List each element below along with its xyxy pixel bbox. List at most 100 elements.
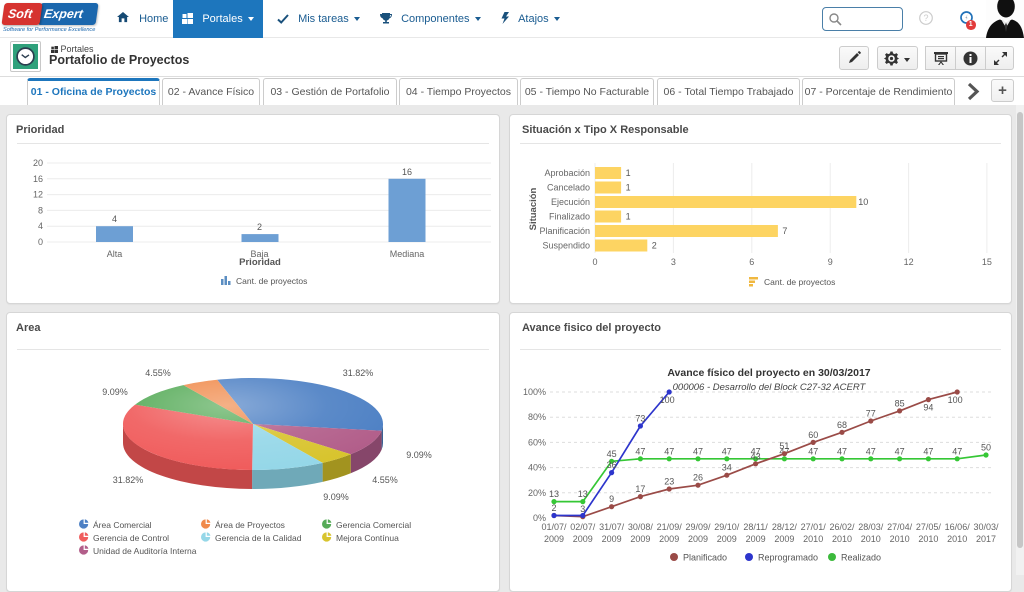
svg-text:Cancelado: Cancelado bbox=[547, 183, 590, 193]
svg-text:17: 17 bbox=[635, 484, 645, 494]
svg-text:10: 10 bbox=[858, 197, 868, 207]
svg-text:Aprobación: Aprobación bbox=[544, 168, 590, 178]
svg-text:2017: 2017 bbox=[976, 534, 996, 544]
svg-text:26/02/: 26/02/ bbox=[829, 522, 855, 532]
svg-text:27/04/: 27/04/ bbox=[887, 522, 913, 532]
svg-text:50: 50 bbox=[981, 443, 991, 453]
svg-text:51: 51 bbox=[779, 441, 789, 451]
svg-text:9: 9 bbox=[609, 494, 614, 504]
svg-text:21/09/: 21/09/ bbox=[657, 522, 683, 532]
svg-text:100%: 100% bbox=[523, 387, 546, 397]
svg-text:45: 45 bbox=[607, 449, 617, 459]
svg-text:60: 60 bbox=[808, 430, 818, 440]
svg-text:9.09%: 9.09% bbox=[102, 387, 128, 397]
svg-text:4: 4 bbox=[112, 214, 117, 224]
svg-text:Ejecución: Ejecución bbox=[551, 197, 590, 207]
svg-text:8: 8 bbox=[38, 205, 43, 215]
svg-text:31.82%: 31.82% bbox=[343, 368, 374, 378]
svg-text:2010: 2010 bbox=[947, 534, 967, 544]
svg-text:Cant. de proyectos: Cant. de proyectos bbox=[236, 276, 307, 286]
svg-text:100: 100 bbox=[660, 395, 675, 405]
svg-text:01/07/: 01/07/ bbox=[541, 522, 567, 532]
svg-text:2009: 2009 bbox=[688, 534, 708, 544]
svg-text:02/07/: 02/07/ bbox=[570, 522, 596, 532]
svg-text:47: 47 bbox=[664, 446, 674, 456]
svg-text:30/08/: 30/08/ bbox=[628, 522, 654, 532]
svg-text:27/01/: 27/01/ bbox=[801, 522, 827, 532]
svg-text:29/09/: 29/09/ bbox=[685, 522, 711, 532]
svg-text:Cant. de proyectos: Cant. de proyectos bbox=[764, 277, 835, 287]
svg-text:80%: 80% bbox=[528, 412, 546, 422]
svg-text:Planificación: Planificación bbox=[539, 226, 590, 236]
svg-text:?: ? bbox=[923, 13, 928, 23]
svg-text:20: 20 bbox=[33, 158, 43, 168]
svg-text:Suspendido: Suspendido bbox=[542, 241, 590, 251]
svg-text:40%: 40% bbox=[528, 463, 546, 473]
svg-text:2010: 2010 bbox=[861, 534, 881, 544]
svg-text:2: 2 bbox=[551, 503, 556, 513]
svg-text:2010: 2010 bbox=[832, 534, 852, 544]
svg-text:47: 47 bbox=[635, 446, 645, 456]
svg-text:0: 0 bbox=[592, 257, 597, 267]
svg-text:Reprogramado: Reprogramado bbox=[758, 553, 818, 563]
svg-text:26: 26 bbox=[693, 473, 703, 483]
svg-text:2010: 2010 bbox=[918, 534, 938, 544]
svg-text:2: 2 bbox=[257, 222, 262, 232]
svg-text:9.09%: 9.09% bbox=[323, 492, 349, 502]
svg-text:28/11/: 28/11/ bbox=[743, 522, 768, 532]
svg-text:31.82%: 31.82% bbox=[113, 475, 144, 485]
svg-text:27/05/: 27/05/ bbox=[916, 522, 942, 532]
svg-text:1: 1 bbox=[626, 183, 631, 193]
svg-text:47: 47 bbox=[952, 446, 962, 456]
svg-text:23: 23 bbox=[664, 477, 674, 487]
svg-text:13: 13 bbox=[549, 489, 559, 499]
svg-text:47: 47 bbox=[866, 446, 876, 456]
svg-text:16: 16 bbox=[33, 174, 43, 184]
svg-text:60%: 60% bbox=[528, 437, 546, 447]
svg-text:4.55%: 4.55% bbox=[372, 475, 398, 485]
svg-text:Prioridad: Prioridad bbox=[239, 257, 281, 268]
svg-text:47: 47 bbox=[808, 446, 818, 456]
svg-text:100: 100 bbox=[948, 395, 963, 405]
svg-text:31/07/: 31/07/ bbox=[599, 522, 625, 532]
svg-text:9: 9 bbox=[828, 257, 833, 267]
svg-text:30/03/: 30/03/ bbox=[973, 522, 999, 532]
svg-text:Planificado: Planificado bbox=[683, 553, 727, 563]
svg-text:12: 12 bbox=[33, 190, 43, 200]
svg-text:47: 47 bbox=[722, 446, 732, 456]
svg-text:2009: 2009 bbox=[630, 534, 650, 544]
svg-text:34: 34 bbox=[722, 463, 732, 473]
svg-text:9.09%: 9.09% bbox=[406, 450, 432, 460]
svg-text:36: 36 bbox=[607, 460, 617, 470]
svg-text:Realizado: Realizado bbox=[841, 553, 881, 563]
svg-text:12: 12 bbox=[904, 257, 914, 267]
svg-text:47: 47 bbox=[693, 446, 703, 456]
svg-text:3: 3 bbox=[671, 257, 676, 267]
svg-text:47: 47 bbox=[923, 446, 933, 456]
svg-text:Avance físico del proyecto en: Avance físico del proyecto en 30/03/2017 bbox=[667, 367, 870, 379]
svg-text:47: 47 bbox=[895, 446, 905, 456]
svg-text:Finalizado: Finalizado bbox=[549, 212, 590, 222]
svg-text:2: 2 bbox=[652, 241, 657, 251]
svg-text:2009: 2009 bbox=[659, 534, 679, 544]
svg-text:Alta: Alta bbox=[107, 249, 123, 259]
svg-text:16/06/: 16/06/ bbox=[945, 522, 971, 532]
svg-text:73: 73 bbox=[635, 414, 645, 424]
svg-text:28/03/: 28/03/ bbox=[858, 522, 884, 532]
svg-text:2009: 2009 bbox=[602, 534, 622, 544]
svg-text:4: 4 bbox=[38, 221, 43, 231]
svg-text:16: 16 bbox=[402, 167, 412, 177]
svg-text:2009: 2009 bbox=[746, 534, 766, 544]
svg-text:6: 6 bbox=[749, 257, 754, 267]
svg-text:13: 13 bbox=[578, 489, 588, 499]
svg-text:28/12/: 28/12/ bbox=[772, 522, 798, 532]
svg-text:2009: 2009 bbox=[717, 534, 737, 544]
svg-text:1: 1 bbox=[626, 168, 631, 178]
svg-text:85: 85 bbox=[895, 398, 905, 408]
svg-text:2009: 2009 bbox=[774, 534, 794, 544]
svg-text:7: 7 bbox=[782, 226, 787, 236]
svg-text:4.55%: 4.55% bbox=[145, 368, 171, 378]
svg-text:94: 94 bbox=[923, 403, 933, 413]
svg-text:20%: 20% bbox=[528, 488, 546, 498]
svg-text:0: 0 bbox=[38, 237, 43, 247]
